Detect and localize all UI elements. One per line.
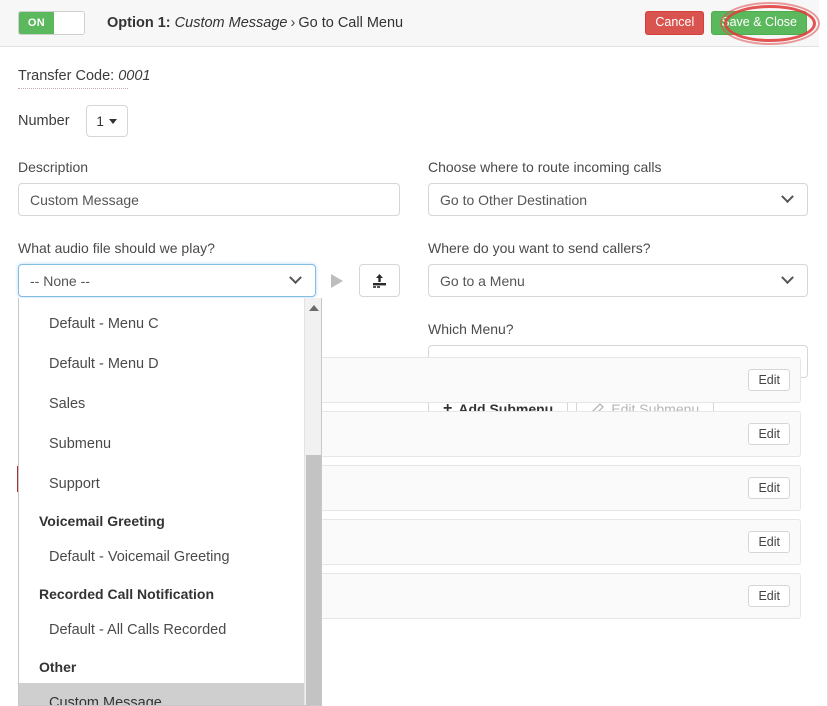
- play-icon: [331, 274, 343, 288]
- panel-header: ON Option 1: Custom Message›Go to Call M…: [0, 0, 819, 47]
- audio-file-select[interactable]: -- None --: [18, 264, 316, 297]
- toggle-knob: [54, 12, 84, 34]
- edit-button[interactable]: Edit: [748, 585, 790, 608]
- scroll-up-arrow-icon[interactable]: [309, 305, 319, 311]
- route-field-group: Choose where to route incoming calls Go …: [428, 159, 808, 216]
- dropdown-option[interactable]: Support: [19, 464, 321, 504]
- dropdown-option[interactable]: Sales: [19, 384, 321, 424]
- dropdown-option-label: Submenu: [49, 436, 111, 452]
- number-select[interactable]: 1: [86, 105, 128, 137]
- cancel-button[interactable]: Cancel: [645, 11, 704, 35]
- send-callers-label: Where do you want to send callers?: [428, 240, 808, 256]
- save-and-close-button[interactable]: Save & Close: [711, 11, 807, 35]
- number-label: Number: [18, 113, 70, 129]
- dropdown-option[interactable]: Submenu: [19, 424, 321, 464]
- toggle-on-label: ON: [19, 12, 54, 34]
- dropdown-option-label: Custom Message: [49, 695, 162, 706]
- title-italic: Custom Message: [175, 15, 288, 31]
- dropdown-option-label: Default - Menu C: [49, 316, 159, 332]
- description-label: Description: [18, 159, 400, 175]
- audio-file-dropdown-list[interactable]: Default - Menu C Default - Menu D Sales …: [18, 298, 322, 706]
- audio-field-group: What audio file should we play? -- None …: [18, 240, 400, 297]
- dropdown-group-header: Other: [19, 650, 321, 683]
- audio-file-value: -- None --: [30, 273, 90, 289]
- dropdown-scrollbar[interactable]: [304, 298, 321, 705]
- description-field-group: Description Custom Message: [18, 159, 400, 216]
- left-column: Description Custom Message What audio fi…: [18, 159, 400, 321]
- description-value: Custom Message: [30, 192, 139, 208]
- dropdown-option-selected[interactable]: Custom Message: [19, 683, 321, 706]
- send-callers-select[interactable]: Go to a Menu: [428, 264, 808, 297]
- transfer-code: Transfer Code: 0001: [18, 68, 150, 84]
- chevron-down-icon: [781, 190, 794, 203]
- dropdown-option-label: Default - Voicemail Greeting: [49, 549, 230, 565]
- dropdown-option[interactable]: Default - All Calls Recorded: [19, 610, 321, 650]
- title-suffix: Go to Call Menu: [298, 15, 403, 31]
- option-editor-panel: ON Option 1: Custom Message›Go to Call M…: [0, 0, 828, 706]
- edit-button[interactable]: Edit: [748, 531, 790, 554]
- which-menu-label: Which Menu?: [428, 321, 808, 337]
- edit-button[interactable]: Edit: [748, 369, 790, 392]
- route-select[interactable]: Go to Other Destination: [428, 183, 808, 216]
- transfer-code-underline: [18, 88, 128, 89]
- number-row: Number 1: [18, 105, 128, 137]
- upload-icon: [371, 272, 388, 289]
- route-label: Choose where to route incoming calls: [428, 159, 808, 175]
- transfer-code-value: 0001: [118, 68, 150, 84]
- dropdown-option-label: Default - Menu D: [49, 356, 159, 372]
- scrollbar-thumb[interactable]: [306, 455, 321, 705]
- audio-row: -- None --: [18, 264, 400, 297]
- send-callers-value: Go to a Menu: [440, 273, 525, 289]
- send-callers-field-group: Where do you want to send callers? Go to…: [428, 240, 808, 297]
- chevron-right-icon: ›: [291, 15, 296, 31]
- route-value: Go to Other Destination: [440, 192, 587, 208]
- transfer-code-label: Transfer Code:: [18, 68, 114, 84]
- dropdown-option-label: Support: [49, 476, 100, 492]
- dropdown-option-label: Sales: [49, 396, 85, 412]
- dropdown-option-label: Default - All Calls Recorded: [49, 622, 226, 638]
- title-prefix: Option 1:: [107, 15, 171, 31]
- header-actions: Cancel Save & Close: [645, 11, 807, 35]
- dropdown-group-header: Voicemail Greeting: [19, 504, 321, 537]
- description-input[interactable]: Custom Message: [18, 183, 400, 216]
- chevron-down-icon: [781, 271, 794, 284]
- dropdown-option[interactable]: Default - Menu C: [19, 304, 321, 344]
- dropdown-option[interactable]: Default - Voicemail Greeting: [19, 537, 321, 577]
- enable-toggle[interactable]: ON: [18, 11, 85, 35]
- edit-button[interactable]: Edit: [748, 477, 790, 500]
- caret-down-icon: [109, 119, 117, 124]
- dropdown-option[interactable]: Default - Menu D: [19, 344, 321, 384]
- number-value: 1: [96, 114, 104, 129]
- dropdown-options: Default - Menu C Default - Menu D Sales …: [19, 298, 321, 706]
- audio-label: What audio file should we play?: [18, 240, 400, 256]
- edit-button[interactable]: Edit: [748, 423, 790, 446]
- dropdown-group-header: Recorded Call Notification: [19, 577, 321, 610]
- page-title: Option 1: Custom Message›Go to Call Menu: [107, 15, 403, 31]
- chevron-down-icon: [289, 271, 302, 284]
- upload-audio-button[interactable]: [359, 264, 400, 297]
- play-audio-button[interactable]: [322, 264, 353, 297]
